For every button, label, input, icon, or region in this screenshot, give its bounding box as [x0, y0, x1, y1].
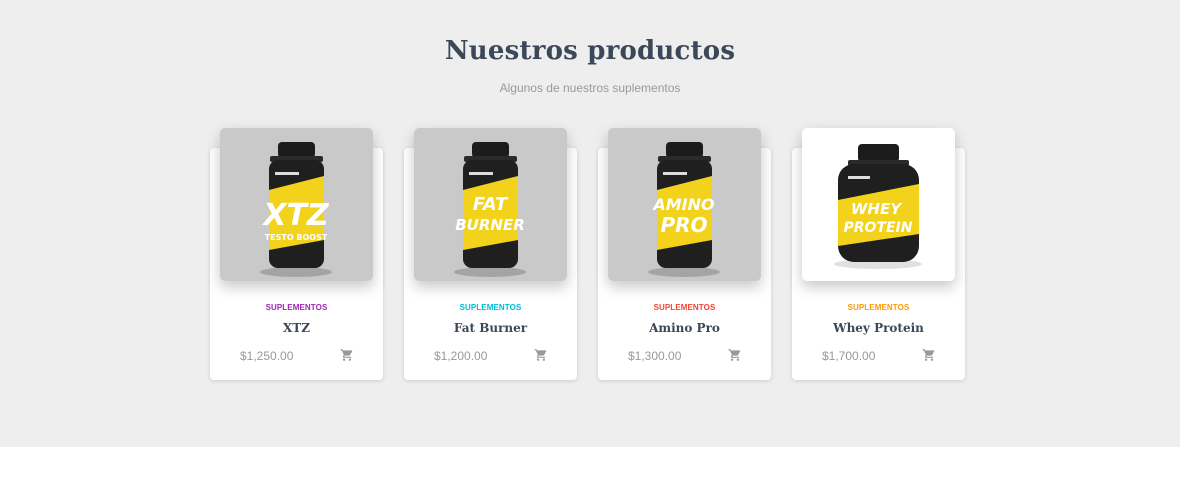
jar-image: FAT BURNER	[414, 128, 567, 281]
cart-icon[interactable]	[728, 348, 742, 362]
jar-label-line: PROTEIN	[844, 220, 913, 236]
product-name[interactable]: XTZ	[210, 321, 383, 335]
product-category: SUPLEMENTOS	[847, 303, 910, 312]
product-image[interactable]: FAT BURNER	[414, 128, 567, 281]
cart-icon[interactable]	[534, 348, 548, 362]
jar-label-line: FAT	[473, 194, 509, 215]
jar-label-line: BURNER	[455, 216, 525, 234]
jar-label-line: PRO	[660, 213, 707, 237]
product-card[interactable]: XTZ TESTO BOOST SUPLEMENTOS XTZ $1,250.0…	[210, 128, 383, 380]
jar-label-small: TESTO BOOST	[265, 233, 328, 242]
product-card[interactable]: WHEY PROTEIN SUPLEMENTOS Whey Protein $1…	[792, 128, 965, 380]
product-category: SUPLEMENTOS	[653, 303, 716, 312]
product-image[interactable]: AMINO PRO	[608, 128, 761, 281]
cart-icon[interactable]	[922, 348, 936, 362]
product-category: SUPLEMENTOS	[459, 303, 522, 312]
product-name[interactable]: Whey Protein	[792, 321, 965, 335]
product-image[interactable]: XTZ TESTO BOOST	[220, 128, 373, 281]
section-title: Nuestros productos	[444, 36, 736, 66]
cart-icon[interactable]	[340, 348, 354, 362]
jar-label-line: AMINO	[651, 195, 715, 214]
products-section: Nuestros productos Algunos de nuestros s…	[0, 0, 1180, 447]
product-card[interactable]: AMINO PRO SUPLEMENTOS Amino Pro $1,300.0…	[598, 128, 771, 380]
product-name[interactable]: Amino Pro	[598, 321, 771, 335]
product-price: $1,700.00	[822, 349, 876, 363]
jar-image: WHEY PROTEIN	[802, 128, 955, 281]
product-card[interactable]: FAT BURNER SUPLEMENTOS Fat Burner $1,200…	[404, 128, 577, 380]
product-price: $1,250.00	[240, 349, 294, 363]
product-price: $1,200.00	[434, 349, 488, 363]
product-image[interactable]: WHEY PROTEIN	[802, 128, 955, 281]
product-category: SUPLEMENTOS	[265, 303, 328, 312]
jar-label-line: WHEY	[851, 200, 903, 218]
product-name[interactable]: Fat Burner	[404, 321, 577, 335]
jar-image: AMINO PRO	[608, 128, 761, 281]
jar-image: XTZ TESTO BOOST	[220, 128, 373, 281]
section-subtitle: Algunos de nuestros suplementos	[499, 81, 681, 95]
product-price: $1,300.00	[628, 349, 682, 363]
jar-label-line: XTZ	[261, 198, 330, 233]
